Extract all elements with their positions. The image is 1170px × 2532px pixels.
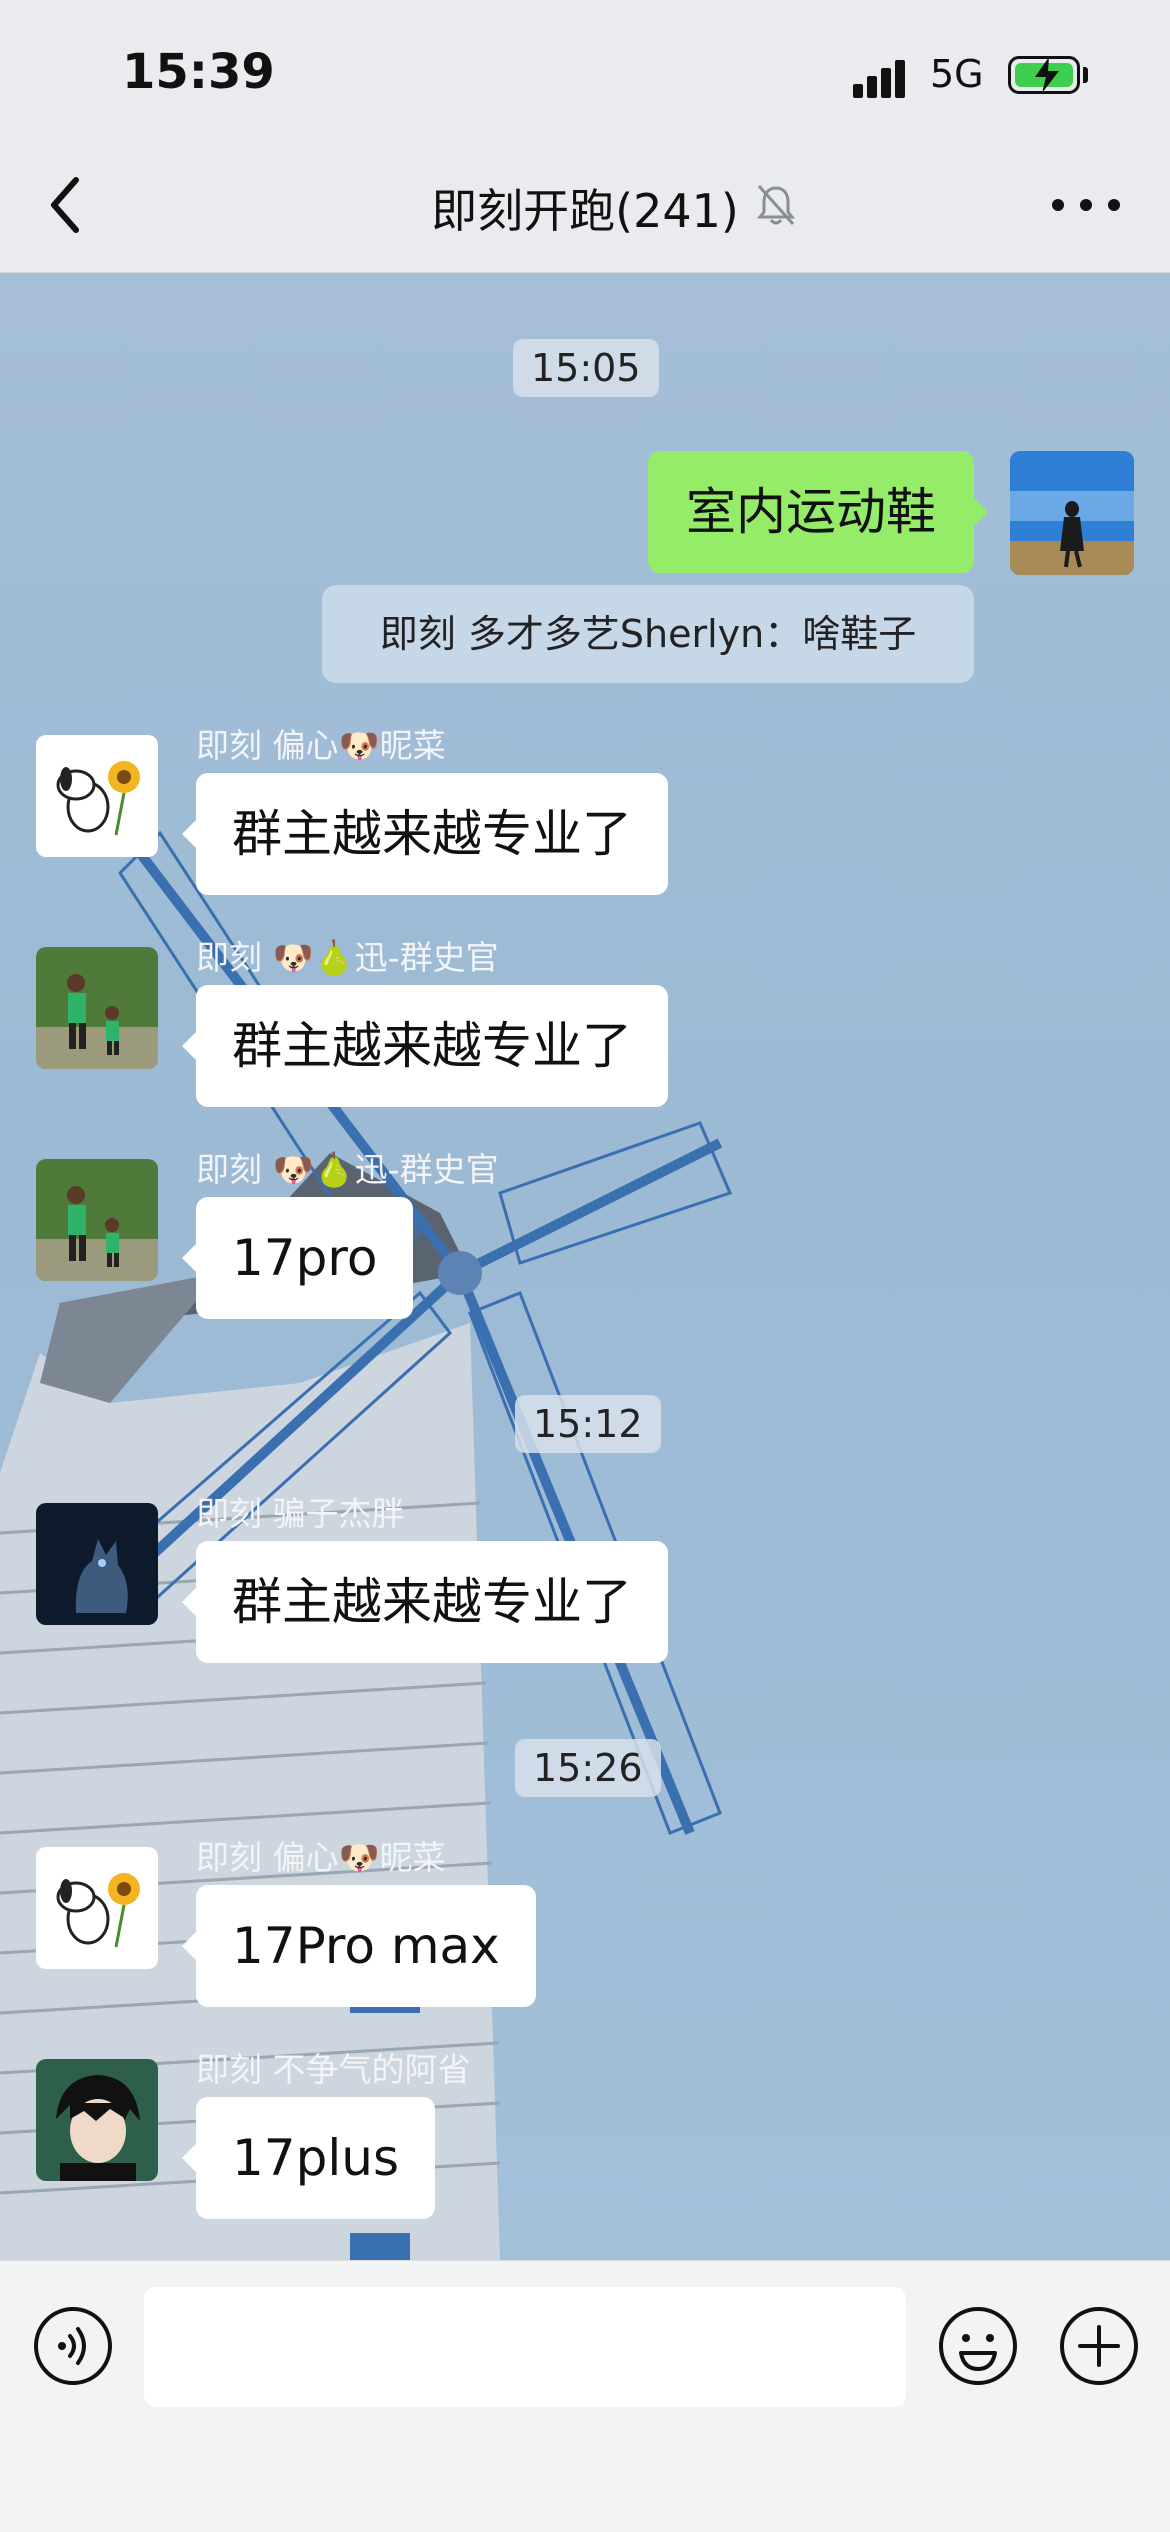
network-type: 5G (930, 52, 984, 96)
avatar[interactable] (36, 2059, 158, 2181)
chat-area[interactable]: 15:05 室内运动鞋 即刻 多才多艺Sherlyn：啥鞋子 即刻 偏心🐶昵菜 … (0, 273, 1170, 2260)
avatar[interactable] (36, 1847, 158, 1969)
input-bar (0, 2260, 1170, 2532)
sender-name: 即刻 🐶🍐迅-群史官 (196, 1150, 499, 1189)
back-button[interactable] (40, 170, 90, 240)
message-bubble[interactable]: 群主越来越专业了 (182, 1541, 668, 1663)
message-bubble[interactable]: 17Pro max (182, 1885, 536, 2007)
top-bar: 15:39 5G 即刻开跑(241) (0, 0, 1170, 273)
message-bubble[interactable]: 17pro (181, 1197, 414, 1319)
emoji-icon[interactable] (937, 2305, 1019, 2387)
bell-muted-icon (756, 184, 796, 226)
sender-name: 即刻 不争气的阿省 (196, 2050, 471, 2089)
timestamp: 15:12 (515, 1395, 661, 1453)
message-input[interactable] (144, 2287, 906, 2407)
self-avatar[interactable] (1010, 451, 1134, 575)
plus-icon[interactable] (1058, 2305, 1140, 2387)
avatar[interactable] (36, 947, 158, 1069)
signal-icon (853, 60, 905, 98)
sender-name: 即刻 偏心🐶昵菜 (196, 1838, 446, 1877)
message-bubble[interactable]: 群主越来越专业了 (182, 773, 668, 895)
timestamp: 15:05 (513, 339, 659, 397)
self-message-bubble[interactable]: 室内运动鞋 (648, 451, 988, 573)
avatar[interactable] (36, 1159, 158, 1281)
battery-charging-icon (1008, 56, 1080, 94)
message-bubble[interactable]: 群主越来越专业了 (182, 985, 668, 1107)
sender-name: 即刻 🐶🍐迅-群史官 (196, 938, 499, 977)
more-button[interactable] (1048, 190, 1124, 220)
system-message: 即刻 多才多艺Sherlyn：啥鞋子 (322, 585, 974, 683)
sender-name: 即刻 偏心🐶昵菜 (196, 726, 446, 765)
avatar[interactable] (36, 735, 158, 857)
chat-screen: 15:39 5G 即刻开跑(241) 15:05 室内运动鞋 即刻 多才多艺Sh… (0, 0, 1170, 2532)
status-time: 15:39 (122, 44, 275, 100)
avatar[interactable] (36, 1503, 158, 1625)
battery-cap (1083, 67, 1088, 83)
voice-icon[interactable] (32, 2305, 114, 2387)
message-bubble[interactable]: 17plus (182, 2097, 435, 2219)
timestamp: 15:26 (515, 1739, 661, 1797)
sender-name: 即刻 骗子杰胖 (196, 1494, 405, 1533)
